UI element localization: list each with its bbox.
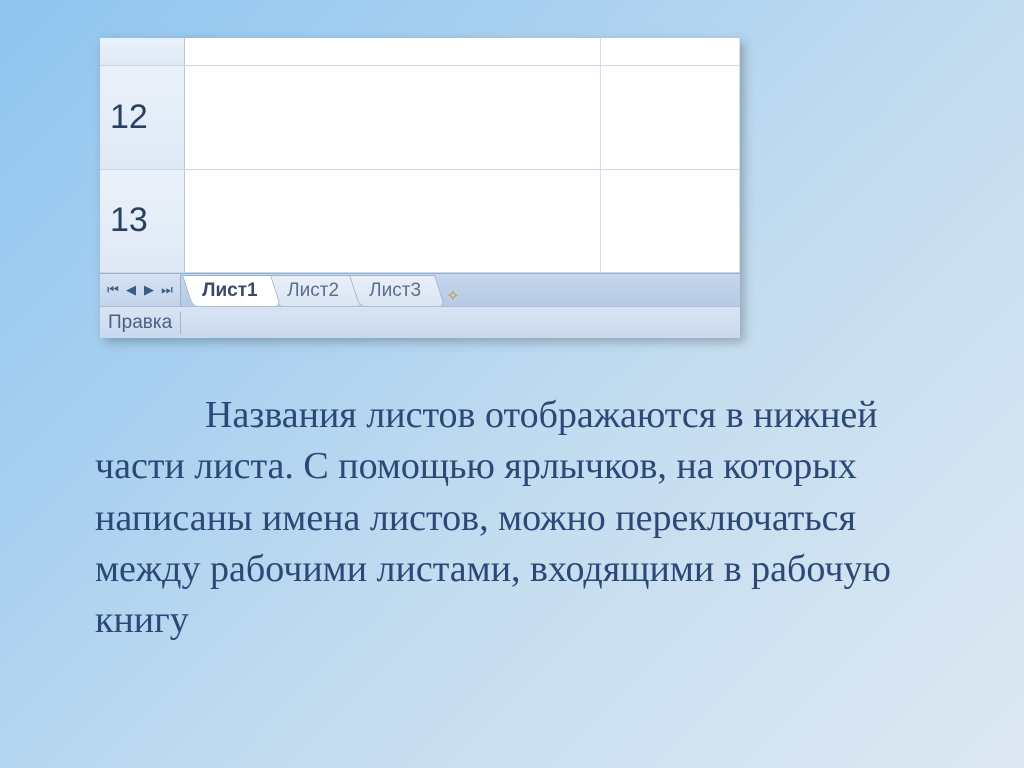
- sheet-tab-label: Лист2: [288, 280, 340, 302]
- grid-cell[interactable]: [601, 38, 740, 65]
- grid-cell[interactable]: [601, 66, 740, 169]
- sheet-tab-1[interactable]: Лист1: [182, 275, 282, 306]
- grid-cell[interactable]: [601, 170, 740, 273]
- sheet-tab-strip: ⏮ ◀ ▶ ⏭ Лист1 Лист2 Лист3 ✧: [100, 273, 740, 306]
- sheet-tab-2[interactable]: Лист2: [267, 275, 363, 306]
- last-sheet-icon[interactable]: ⏭: [158, 281, 176, 299]
- status-divider: [180, 312, 181, 334]
- caption-text: Названия листов отображаются в нижней ча…: [95, 394, 891, 641]
- row-header[interactable]: 13: [100, 170, 185, 273]
- status-mode: Правка: [108, 312, 172, 334]
- sheet-nav-buttons: ⏮ ◀ ▶ ⏭: [100, 274, 181, 306]
- row-header[interactable]: 12: [100, 66, 185, 169]
- grid-cell[interactable]: [185, 66, 601, 169]
- grid-row: 13: [100, 170, 740, 274]
- first-sheet-icon[interactable]: ⏮: [104, 281, 122, 299]
- sheet-tab-label: Лист1: [202, 280, 257, 302]
- prev-sheet-icon[interactable]: ◀: [122, 281, 140, 299]
- sheet-tabs: Лист1 Лист2 Лист3 ✧: [181, 274, 470, 306]
- sheet-tab-3[interactable]: Лист3: [349, 275, 445, 306]
- grid-cell[interactable]: [185, 38, 601, 65]
- grid-row: 12: [100, 66, 740, 170]
- row-header[interactable]: [100, 38, 185, 65]
- grid-row: [100, 38, 740, 66]
- slide-caption: Названия листов отображаются в нижней ча…: [95, 390, 915, 646]
- sheet-tab-label: Лист3: [369, 280, 421, 302]
- spreadsheet-grid: 12 13: [100, 38, 740, 273]
- grid-cell[interactable]: [185, 170, 601, 273]
- status-bar: Правка: [100, 306, 740, 338]
- next-sheet-icon[interactable]: ▶: [140, 281, 158, 299]
- excel-window-crop: 12 13 ⏮ ◀ ▶ ⏭ Лист1 Лист2 Лист3 ✧ Правка: [100, 38, 740, 338]
